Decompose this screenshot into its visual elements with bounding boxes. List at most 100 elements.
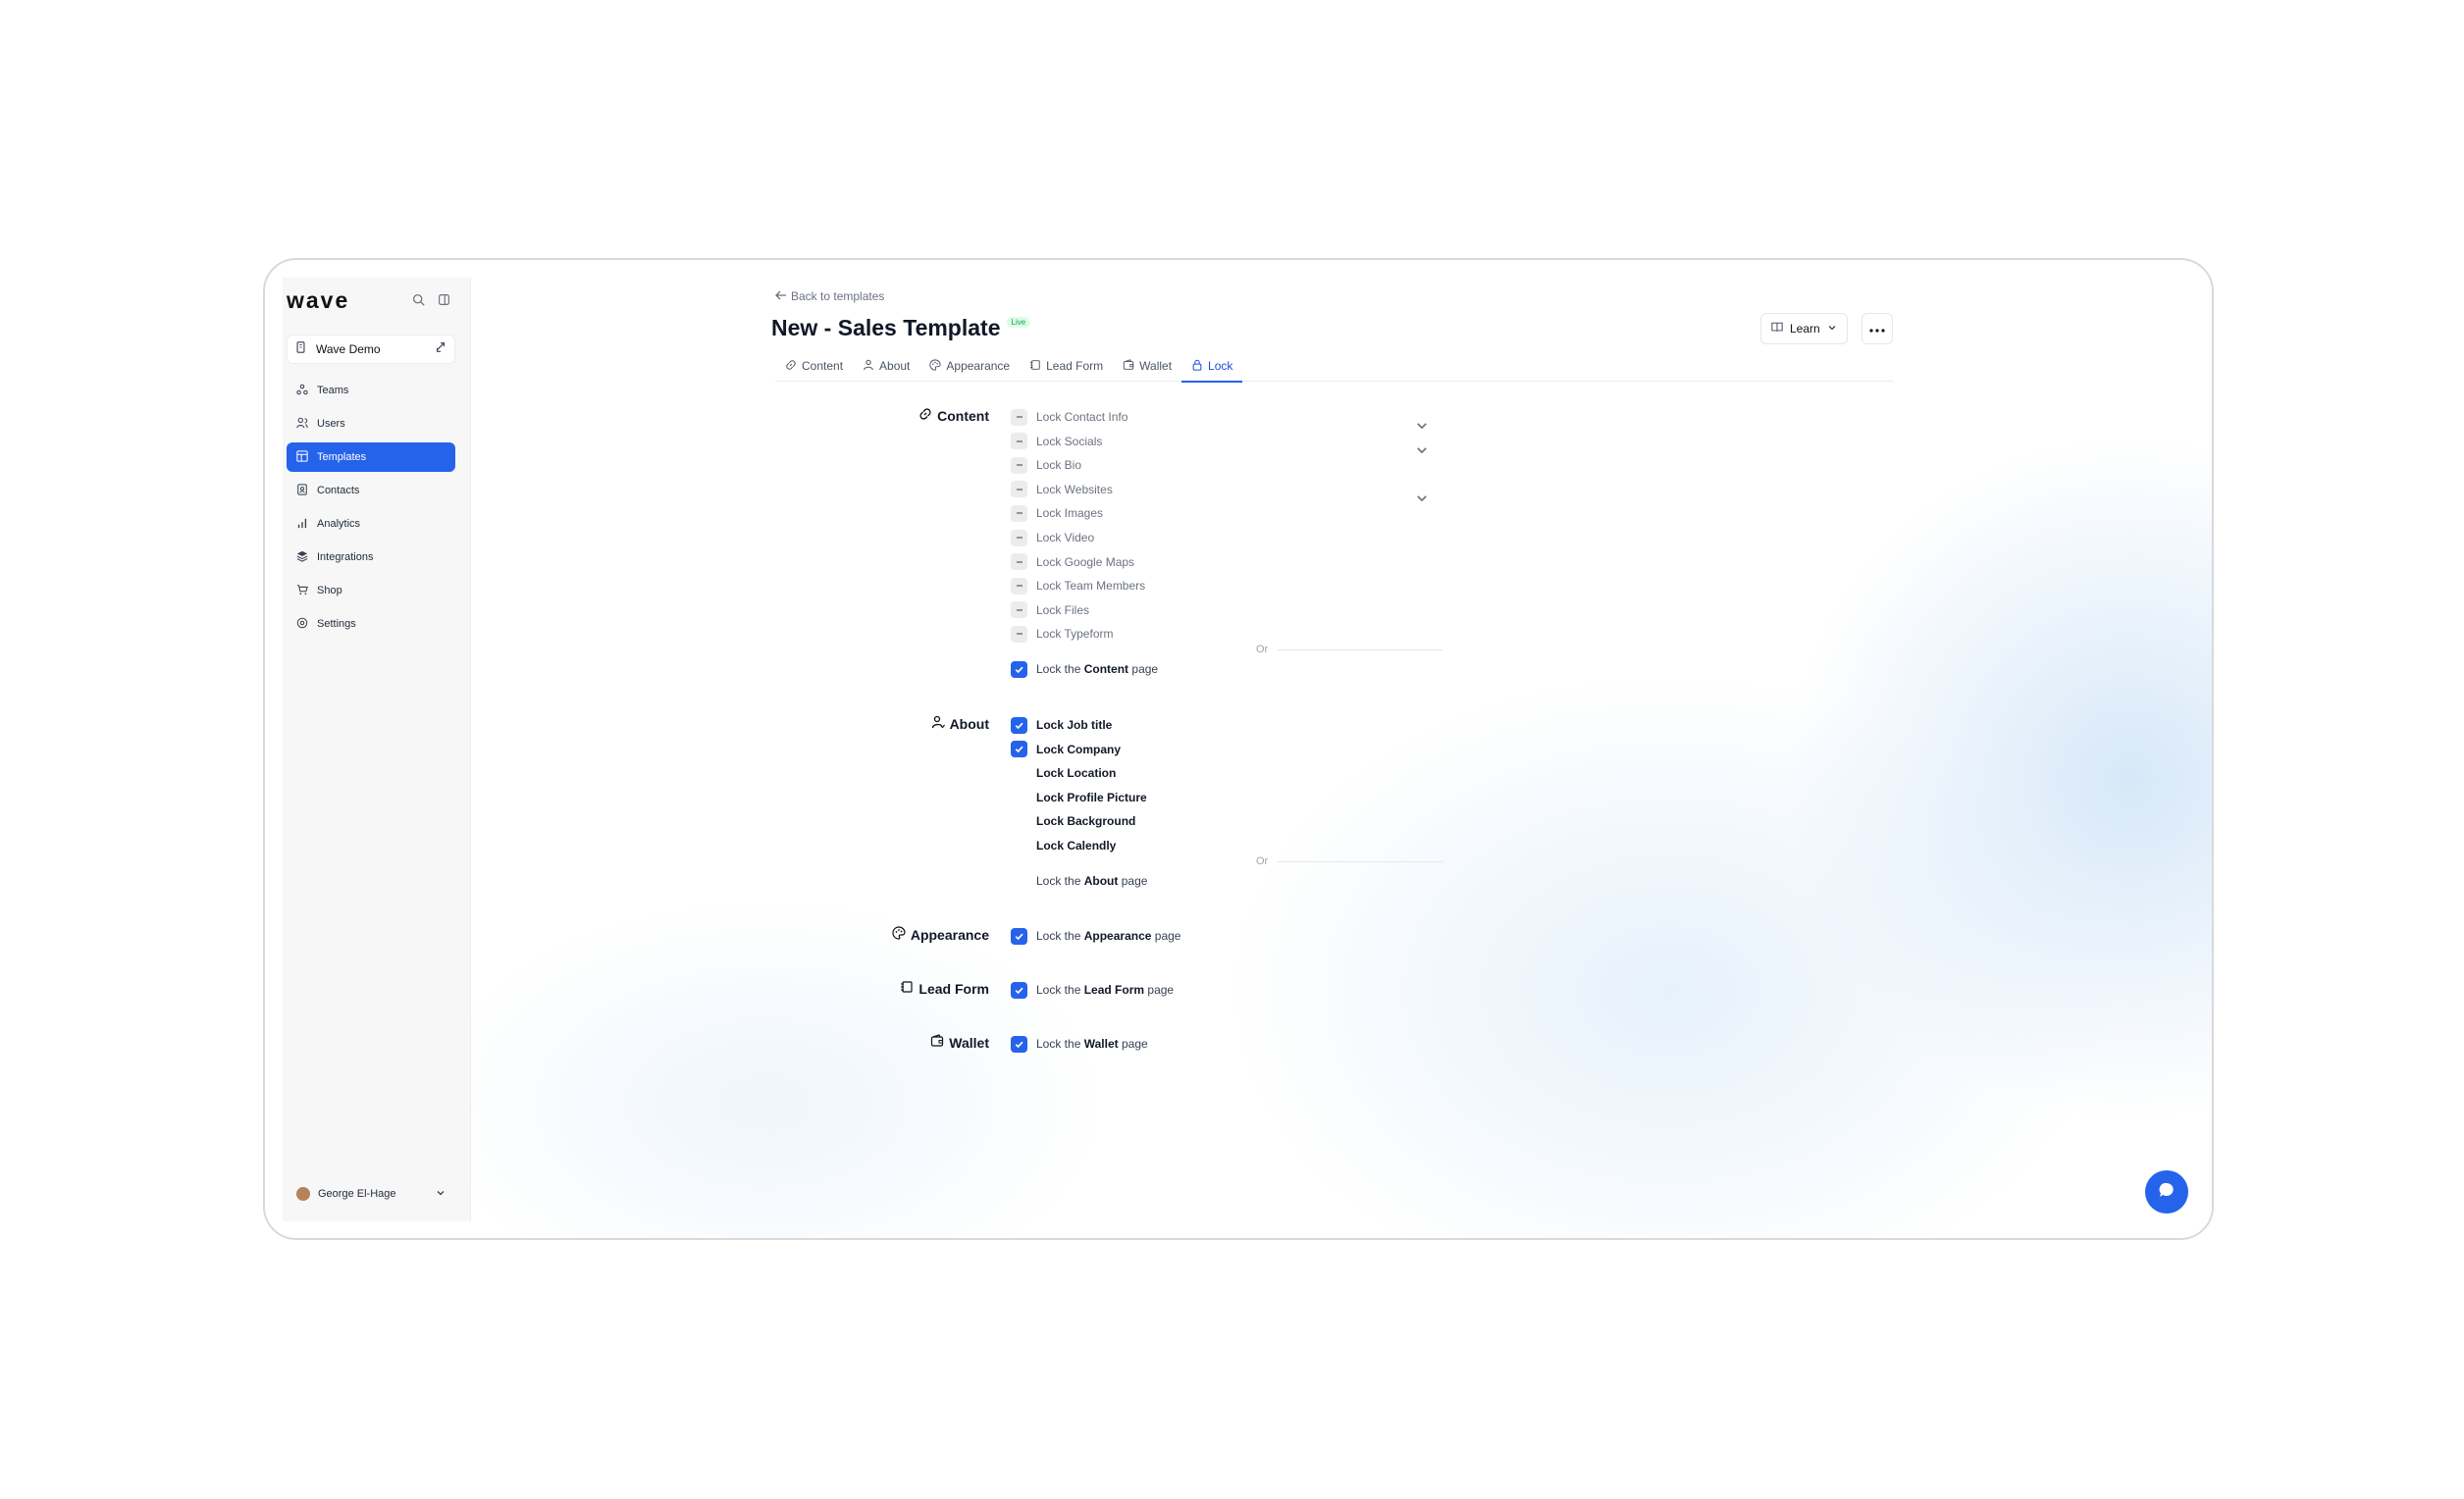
- lock-content-page-option[interactable]: Lock the Content page: [1011, 659, 1158, 679]
- option-label: Lock Google Maps: [1036, 554, 1135, 569]
- lock-option[interactable]: Lock Images: [1011, 503, 1103, 523]
- checkbox-checked[interactable]: [1011, 660, 1027, 678]
- checkbox-unchecked[interactable]: [1011, 812, 1027, 830]
- contacts-icon: [296, 483, 308, 498]
- avatar: [296, 1187, 310, 1201]
- option-label: Lock Video: [1036, 531, 1095, 544]
- section-title: Lead Form: [918, 980, 989, 997]
- tab-content[interactable]: Content: [775, 350, 853, 382]
- option-label: Lock the Appearance page: [1036, 929, 1181, 943]
- learn-button[interactable]: Learn: [1760, 313, 1848, 344]
- checkbox-indeterminate[interactable]: [1011, 433, 1027, 450]
- lock-option[interactable]: Lock Video: [1011, 528, 1094, 547]
- search-icon[interactable]: [410, 291, 426, 307]
- checkbox-indeterminate[interactable]: [1011, 456, 1027, 474]
- tab-bar: Content About Appearance Lead Form Walle…: [775, 350, 1894, 383]
- checkbox-checked[interactable]: [1011, 927, 1027, 945]
- tab-wallet[interactable]: Wallet: [1113, 350, 1181, 382]
- sidebar-item-contacts[interactable]: Contacts: [287, 476, 455, 505]
- sidebar-toggle-icon[interactable]: [436, 291, 451, 307]
- option-label: Lock Files: [1036, 602, 1090, 617]
- section-label-wallet: Wallet: [854, 1034, 989, 1051]
- lock-wallet-page-option[interactable]: Lock the Wallet page: [1011, 1034, 1148, 1054]
- lock-option[interactable]: Lock Profile Picture: [1011, 788, 1147, 807]
- lead-form-icon: [900, 980, 914, 997]
- checkbox-unchecked[interactable]: [1011, 837, 1027, 854]
- tab-lead-form[interactable]: Lead Form: [1020, 350, 1113, 382]
- option-label: Lock the About page: [1036, 874, 1148, 888]
- lock-option[interactable]: Lock Calendly: [1011, 836, 1116, 855]
- lock-option[interactable]: Lock Job title: [1011, 715, 1112, 735]
- sidebar-item-analytics[interactable]: Analytics: [287, 509, 455, 539]
- checkbox-checked[interactable]: [1011, 741, 1027, 758]
- or-divider: Or: [1256, 643, 1442, 656]
- checkbox-indeterminate[interactable]: [1011, 408, 1027, 426]
- sidebar-item-templates[interactable]: Templates: [287, 442, 455, 472]
- back-to-templates-link[interactable]: Back to templates: [775, 289, 884, 303]
- lock-option[interactable]: Lock Files: [1011, 600, 1089, 620]
- chevron-down-icon[interactable]: [1415, 491, 1429, 505]
- lock-option[interactable]: Lock Typeform: [1011, 624, 1113, 644]
- building-icon: [295, 340, 306, 358]
- tab-label: Lead Form: [1046, 359, 1104, 373]
- sidebar-item-users[interactable]: Users: [287, 409, 455, 439]
- chevron-down-icon[interactable]: [1415, 443, 1429, 457]
- lock-icon: [1191, 359, 1203, 374]
- chat-button[interactable]: [2145, 1170, 2188, 1214]
- back-link-label: Back to templates: [791, 289, 885, 303]
- option-label: Lock Websites: [1036, 482, 1113, 496]
- lock-option[interactable]: Lock Team Members: [1011, 576, 1145, 595]
- checkbox-indeterminate[interactable]: [1011, 601, 1027, 619]
- section-label-appearance: Appearance: [854, 926, 989, 943]
- checkbox-unchecked[interactable]: [1011, 764, 1027, 782]
- lock-option[interactable]: Lock Background: [1011, 811, 1135, 831]
- tab-label: Lock: [1208, 359, 1233, 373]
- sidebar-item-teams[interactable]: Teams: [287, 376, 455, 405]
- lock-option[interactable]: Lock Company: [1011, 740, 1121, 759]
- workspace-name: Wave Demo: [316, 342, 381, 356]
- sidebar-item-shop[interactable]: Shop: [287, 576, 455, 605]
- tab-label: Content: [802, 359, 844, 373]
- tab-lock[interactable]: Lock: [1181, 350, 1243, 383]
- lock-option[interactable]: Lock Contact Info: [1011, 407, 1127, 427]
- switch-arrows-icon[interactable]: [435, 340, 446, 358]
- checkbox-indeterminate[interactable]: [1011, 553, 1027, 571]
- chevron-down-icon: [436, 1188, 446, 1201]
- workspace-switcher[interactable]: Wave Demo: [287, 335, 455, 364]
- sidebar-item-integrations[interactable]: Integrations: [287, 543, 455, 572]
- person-icon: [931, 715, 945, 732]
- lock-appearance-page-option[interactable]: Lock the Appearance page: [1011, 926, 1180, 946]
- checkbox-indeterminate[interactable]: [1011, 529, 1027, 546]
- user-menu[interactable]: George El-Hage: [287, 1180, 455, 1208]
- lock-option[interactable]: Lock Google Maps: [1011, 552, 1134, 572]
- sidebar-item-settings[interactable]: Settings: [287, 609, 455, 639]
- book-icon: [1771, 322, 1783, 336]
- lock-about-page-option[interactable]: Lock the About page: [1011, 871, 1147, 891]
- chevron-down-icon[interactable]: [1415, 419, 1429, 433]
- sidebar-item-label: Users: [317, 418, 345, 430]
- checkbox-checked[interactable]: [1011, 1035, 1027, 1053]
- checkbox-unchecked[interactable]: [1011, 789, 1027, 806]
- app-window: wave Wave Demo Teams Users Templates Con…: [263, 258, 2214, 1240]
- lock-option[interactable]: Lock Socials: [1011, 432, 1102, 451]
- lock-option[interactable]: Lock Bio: [1011, 455, 1081, 475]
- tab-about[interactable]: About: [853, 350, 919, 382]
- checkbox-indeterminate[interactable]: [1011, 577, 1027, 594]
- checkbox-checked[interactable]: [1011, 981, 1027, 999]
- link-icon: [785, 359, 797, 374]
- teams-icon: [296, 384, 308, 398]
- palette-icon: [929, 358, 942, 374]
- tab-appearance[interactable]: Appearance: [919, 350, 1020, 382]
- lock-option[interactable]: Lock Location: [1011, 763, 1116, 783]
- more-options-button[interactable]: [1861, 313, 1893, 344]
- checkbox-indeterminate[interactable]: [1011, 481, 1027, 498]
- option-label: Lock Contact Info: [1036, 410, 1128, 424]
- checkbox-indeterminate[interactable]: [1011, 504, 1027, 522]
- lock-lead-form-page-option[interactable]: Lock the Lead Form page: [1011, 980, 1174, 1000]
- lock-option[interactable]: Lock Websites: [1011, 480, 1113, 499]
- checkbox-indeterminate[interactable]: [1011, 625, 1027, 643]
- option-label: Lock Images: [1036, 506, 1104, 521]
- sidebar-item-label: Integrations: [317, 551, 374, 563]
- checkbox-checked[interactable]: [1011, 716, 1027, 734]
- checkbox-unchecked[interactable]: [1011, 872, 1027, 890]
